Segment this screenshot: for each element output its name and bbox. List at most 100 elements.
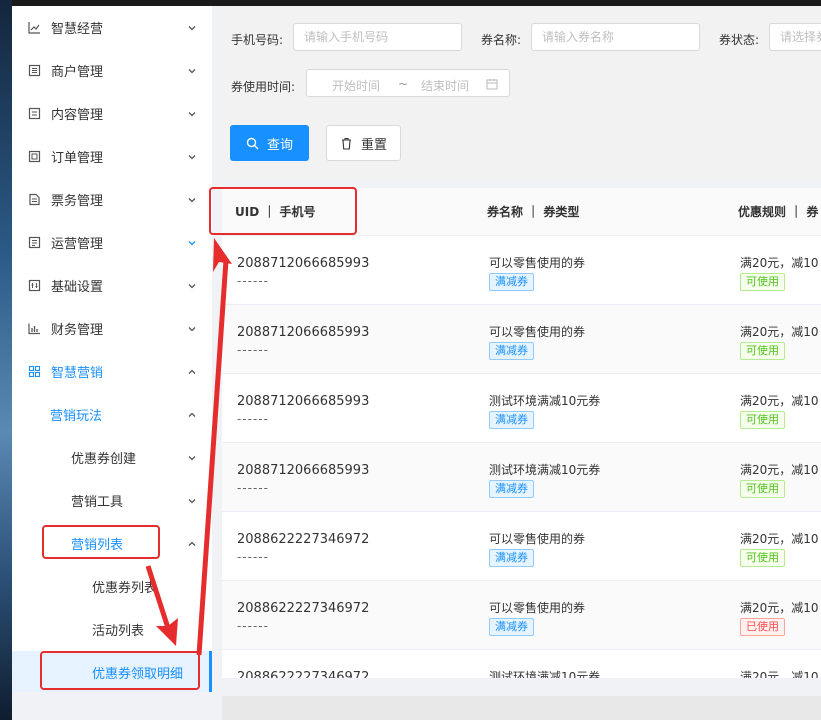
chevron-down-icon xyxy=(187,66,197,76)
sidebar-item-label: 商户管理 xyxy=(51,65,104,80)
store-icon xyxy=(28,64,41,77)
rule-cell: 满20元，减10 xyxy=(740,601,819,615)
coupon-name-input[interactable]: 请输入券名称 xyxy=(531,23,700,51)
coupon-name-label: 券名称: xyxy=(481,33,522,47)
coupon-name-cell: 可以零售使用的券 xyxy=(489,325,586,339)
chevron-down-icon xyxy=(187,109,197,119)
rule-cell: 满20元，减10 xyxy=(740,670,819,678)
content-icon xyxy=(28,107,41,120)
filter-panel: 手机号码: 请输入手机号码 券名称: 请输入券名称 券状态: 请选择券 券使用时… xyxy=(222,6,821,178)
chevron-down-icon xyxy=(187,152,197,162)
coupon-name-cell: 可以零售使用的券 xyxy=(489,256,586,270)
start-time-input[interactable]: 开始时间 xyxy=(332,77,380,94)
desktop-background xyxy=(0,0,12,720)
submenu-label: 营销工具 xyxy=(71,495,124,510)
table-row: 2088712066685993 ------ 测试环境满减10元券 满减券 满20元，… xyxy=(222,374,821,443)
uid-cell: 2088622227346972 xyxy=(237,601,370,616)
query-button-label: 查询 xyxy=(266,137,293,153)
sidebar-item-finance[interactable]: 财务管理 xyxy=(12,307,212,350)
submenu-coupon-create[interactable]: 优惠券创建 xyxy=(12,436,212,479)
uid-cell: 2088622227346972 xyxy=(237,670,370,678)
annotation-box-marketing-list xyxy=(42,525,160,559)
phone-input[interactable]: 请输入手机号码 xyxy=(293,23,462,51)
submenu-marketing-play[interactable]: 营销玩法 xyxy=(12,393,212,436)
uid-cell: 2088712066685993 xyxy=(237,325,370,340)
submenu-label: 营销玩法 xyxy=(50,409,103,424)
chevron-up-icon xyxy=(187,539,197,549)
status-badge: 可使用 xyxy=(740,549,785,567)
annotation-box-claim-detail xyxy=(40,651,200,690)
coupon-type-tag: 满减券 xyxy=(489,549,534,567)
status-badge: 已使用 xyxy=(740,618,785,636)
sidebar: 智慧经营 商户管理 内容管理 订单管理 票务管理 运营管理 基础设置 财务管理 xyxy=(12,6,212,720)
phone-cell: ------ xyxy=(237,274,269,288)
phone-cell: ------ xyxy=(237,619,269,633)
phone-cell: ------ xyxy=(237,550,269,564)
use-time-label: 券使用时间: xyxy=(231,80,296,94)
order-icon xyxy=(28,150,41,163)
sidebar-item-merchant[interactable]: 商户管理 xyxy=(12,49,212,92)
chevron-up-icon xyxy=(187,410,197,420)
sidebar-item-label: 财务管理 xyxy=(51,323,104,338)
bar-chart-icon xyxy=(28,322,41,335)
calendar-icon xyxy=(486,78,498,90)
column-header-coupon-name-type: 券名称 ｜ 券类型 xyxy=(487,205,580,219)
operation-icon xyxy=(28,236,41,249)
coupon-name-cell: 测试环境满减10元券 xyxy=(489,394,601,408)
column-header-rule-status: 优惠规则 ｜ 券 xyxy=(738,205,819,219)
rule-cell: 满20元，减10 xyxy=(740,463,819,477)
reset-button[interactable]: 重置 xyxy=(326,125,401,161)
submenu-label: 活动列表 xyxy=(92,624,145,639)
submenu-activity-list[interactable]: 活动列表 xyxy=(12,608,212,651)
sidebar-item-basic-settings[interactable]: 基础设置 xyxy=(12,264,212,307)
coupon-type-tag: 满减券 xyxy=(489,273,534,291)
pagination-bar xyxy=(222,696,821,720)
coupon-type-tag: 满减券 xyxy=(489,480,534,498)
phone-cell: ------ xyxy=(237,481,269,495)
submenu-label: 优惠券创建 xyxy=(71,452,137,467)
ticket-icon xyxy=(28,193,41,206)
phone-cell: ------ xyxy=(237,412,269,426)
chevron-down-icon xyxy=(187,281,197,291)
uid-cell: 2088712066685993 xyxy=(237,256,370,271)
range-separator: ~ xyxy=(398,77,409,91)
phone-label: 手机号码: xyxy=(231,33,284,47)
chevron-down-icon xyxy=(187,324,197,334)
sidebar-item-tickets[interactable]: 票务管理 xyxy=(12,178,212,221)
submenu-coupon-list[interactable]: 优惠券列表 xyxy=(12,565,212,608)
status-badge: 可使用 xyxy=(740,342,785,360)
annotation-box-uid-header xyxy=(209,187,357,235)
sidebar-item-label: 内容管理 xyxy=(51,108,104,123)
submenu-marketing-tools[interactable]: 营销工具 xyxy=(12,479,212,522)
coupon-type-tag: 满减券 xyxy=(489,411,534,429)
coupon-status-select[interactable]: 请选择券 xyxy=(769,23,821,51)
sidebar-item-label: 基础设置 xyxy=(51,280,104,295)
coupon-claim-table: UID ｜ 手机号 券名称 ｜ 券类型 优惠规则 ｜ 券 20887120666… xyxy=(222,188,821,678)
table-row: 2088712066685993 ------ 可以零售使用的券 满减券 满20元，减1… xyxy=(222,305,821,374)
uid-cell: 2088622227346972 xyxy=(237,532,370,547)
coupon-type-tag: 满减券 xyxy=(489,342,534,360)
grid-icon xyxy=(28,365,41,378)
sidebar-item-orders[interactable]: 订单管理 xyxy=(12,135,212,178)
settings-icon xyxy=(28,279,41,292)
coupon-name-cell: 测试环境满减10元券 xyxy=(489,670,601,678)
trash-icon xyxy=(341,137,351,150)
sidebar-item-smart-operation[interactable]: 智慧经营 xyxy=(12,6,212,49)
sidebar-item-content[interactable]: 内容管理 xyxy=(12,92,212,135)
uid-cell: 2088712066685993 xyxy=(237,394,370,409)
coupon-name-cell: 可以零售使用的券 xyxy=(489,601,586,615)
table-row: 2088622227346972 ------ 可以零售使用的券满减券 满20元，减1… xyxy=(222,512,821,581)
chevron-down-icon xyxy=(187,195,197,205)
sidebar-item-smart-marketing[interactable]: 智慧营销 xyxy=(12,350,212,393)
rule-cell: 满20元，减10 xyxy=(740,256,819,270)
status-badge: 可使用 xyxy=(740,273,785,291)
table-row: 2088622227346972 ------ 可以零售使用的券 满减券 满20元，减1… xyxy=(222,581,821,650)
coupon-name-cell: 可以零售使用的券 xyxy=(489,532,586,546)
status-badge: 可使用 xyxy=(740,411,785,429)
sidebar-item-operations[interactable]: 运营管理 xyxy=(12,221,212,264)
phone-cell: ------ xyxy=(237,343,269,357)
sidebar-item-label: 运营管理 xyxy=(51,237,104,252)
end-time-input[interactable]: 结束时间 xyxy=(421,77,469,94)
rule-cell: 满20元，减10 xyxy=(740,532,819,546)
query-button[interactable]: 查询 xyxy=(230,125,309,161)
